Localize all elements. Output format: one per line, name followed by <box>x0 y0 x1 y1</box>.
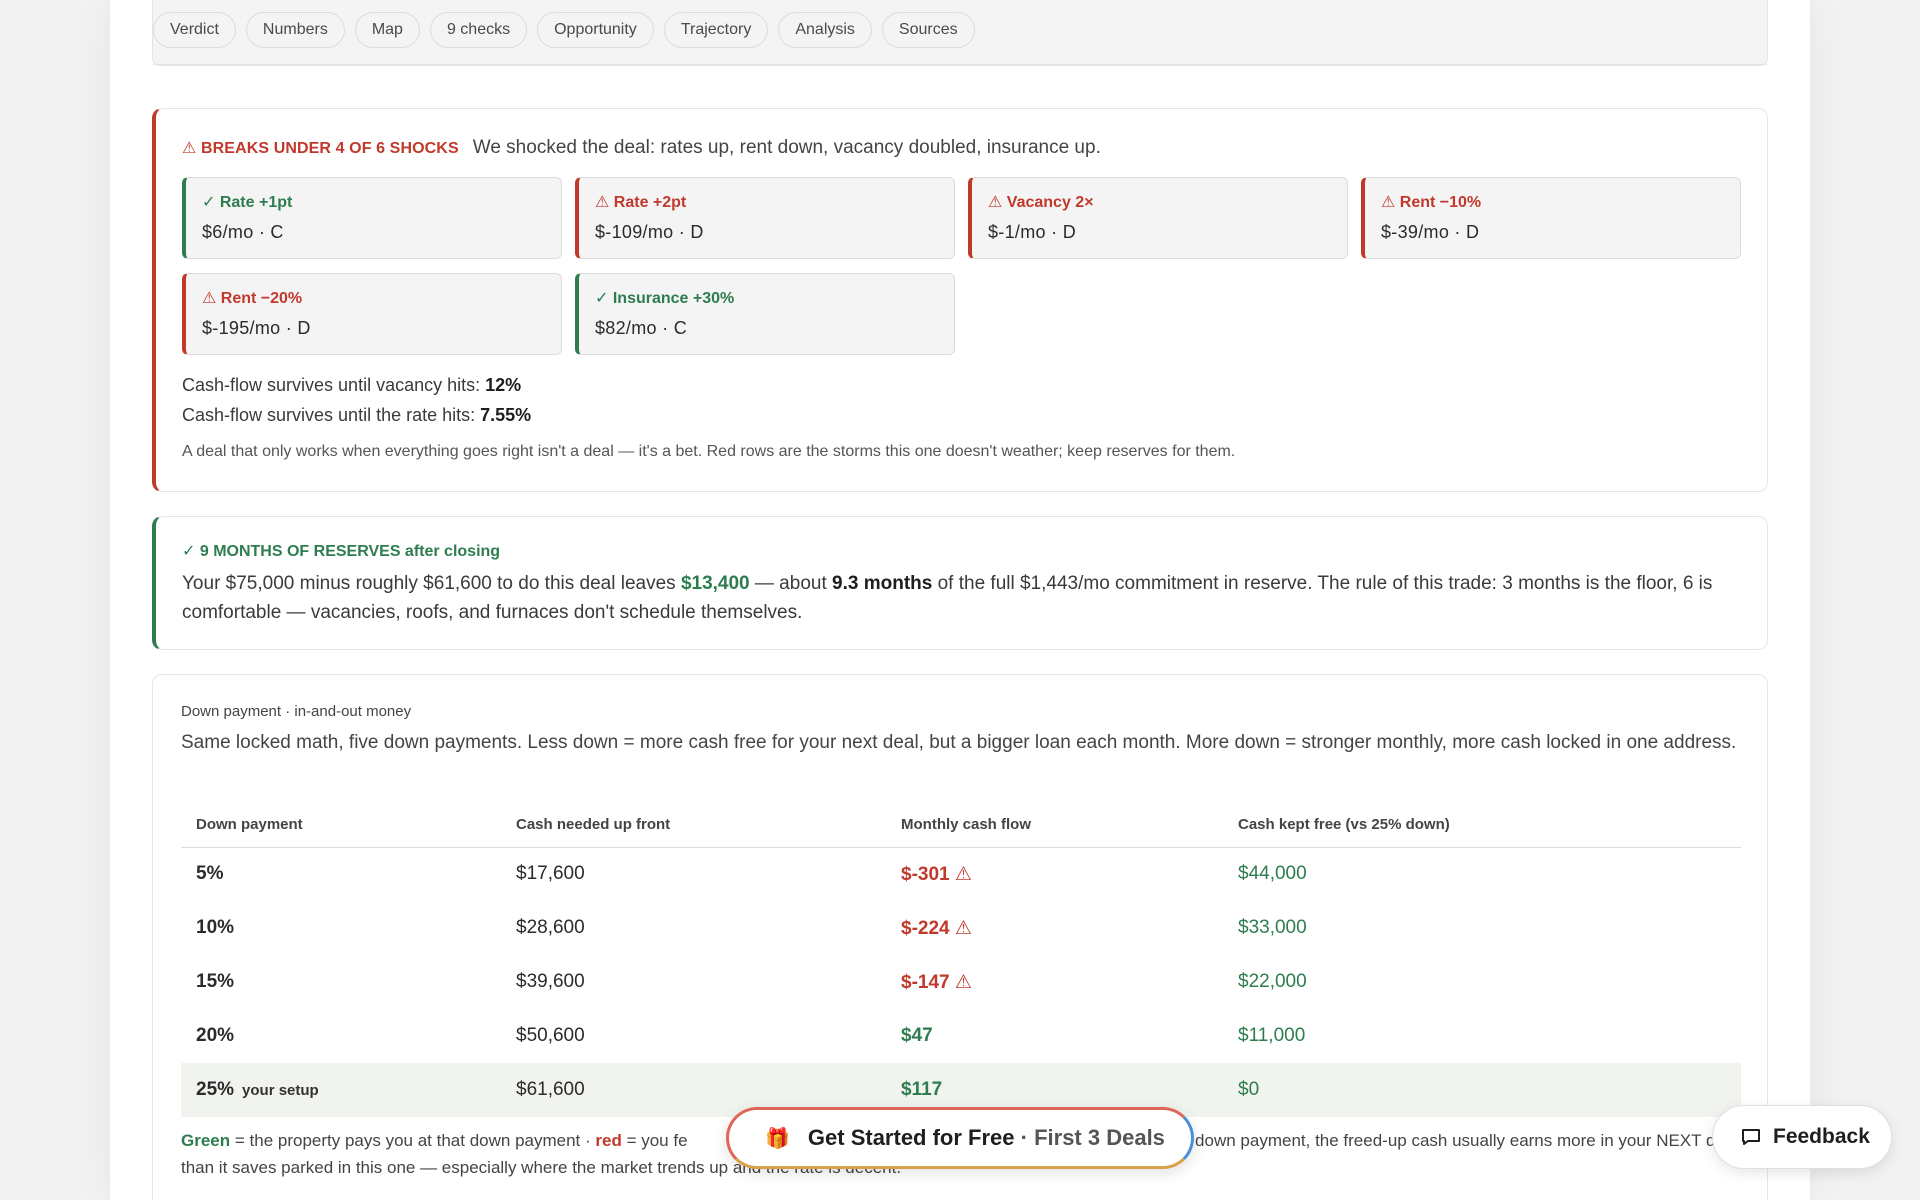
your-setup-label: your setup <box>242 1082 319 1099</box>
nav-pill-sources[interactable]: Sources <box>881 12 975 48</box>
nav-pill-trajectory[interactable]: Trajectory <box>663 12 769 48</box>
cell-monthly-flow: $47 <box>901 1025 933 1046</box>
shock-tile: ⚠ Rate +2pt $-109/mo · D <box>575 177 955 259</box>
shock-note: A deal that only works when everything g… <box>182 443 1236 460</box>
table-row: 10% $28,600 $-224 ⚠ $33,000 <box>181 901 1741 955</box>
nav-pill-9-checks[interactable]: 9 checks <box>429 12 528 48</box>
shock-tile-value: $-109/mo · D <box>595 222 704 242</box>
shock-lead: We shocked the deal: rates up, rent down… <box>472 137 1101 158</box>
shock-tile-label: ⚠ Rent −10% <box>1381 194 1482 211</box>
survive-rate: Cash-flow survives until the rate hits: … <box>182 405 532 425</box>
shock-tile-label: ✓ Rate +1pt <box>202 194 293 211</box>
shock-tile-value: $-1/mo · D <box>988 222 1077 242</box>
reserves-text: Your $75,000 minus roughly $61,600 to do… <box>182 573 1713 623</box>
col-cash-needed: Cash needed up front <box>501 803 886 848</box>
section-nav: Verdict Numbers Map 9 checks Opportunity Traj… <box>152 0 1768 66</box>
get-started-button[interactable]: 🎁 Get Started for Free · First 3 Deals <box>726 1107 1194 1169</box>
cell-down-payment: 25% your setup <box>181 1063 501 1117</box>
nav-pill-verdict[interactable]: Verdict <box>153 12 236 48</box>
cell-monthly-flow: $-147 ⚠ <box>901 971 972 993</box>
down-payment-lead: Same locked math, five down payments. Le… <box>181 732 1737 753</box>
cell-cash-free: $33,000 <box>1238 917 1307 938</box>
col-cash-free: Cash kept free (vs 25% down) <box>1223 803 1741 848</box>
page: Verdict Numbers Map 9 checks Opportunity Traj… <box>110 0 1810 1200</box>
table-row: 5% $17,600 $-301 ⚠ $44,000 <box>181 847 1741 901</box>
cell-down-payment: 10% <box>196 917 235 938</box>
cell-monthly-flow: $-224 ⚠ <box>901 917 972 939</box>
shock-tile: ✓ Insurance +30% $82/mo · C <box>575 273 955 355</box>
nav-pill-opportunity[interactable]: Opportunity <box>537 12 654 48</box>
cell-cash-free: $11,000 <box>1238 1025 1306 1046</box>
survive-vacancy: Cash-flow survives until vacancy hits: 1… <box>182 375 522 395</box>
col-monthly-flow: Monthly cash flow <box>886 803 1223 848</box>
col-down-payment: Down payment <box>181 803 501 848</box>
chat-bubble-icon <box>1742 1129 1760 1145</box>
shock-tile-value: $82/mo · C <box>595 318 688 338</box>
cell-down-payment: 20% <box>196 1025 235 1046</box>
feedback-label: Feedback <box>1773 1125 1870 1148</box>
down-payment-table: Down payment Cash needed up front Monthl… <box>181 803 1741 1117</box>
shock-tile-value: $6/mo · C <box>202 222 284 242</box>
nav-pill-map[interactable]: Map <box>354 12 420 48</box>
gift-icon: 🎁 <box>765 1127 790 1150</box>
nav-pill-numbers[interactable]: Numbers <box>245 12 345 48</box>
cell-cash-needed: $28,600 <box>516 917 585 938</box>
cell-down-payment: 5% <box>196 863 224 885</box>
table-row: 15% $39,600 $-147 ⚠ $22,000 <box>181 955 1741 1009</box>
shock-tile-label: ⚠ Vacancy 2× <box>988 194 1094 211</box>
cell-cash-free: $22,000 <box>1238 971 1307 992</box>
cell-monthly-flow: $-301 ⚠ <box>901 863 972 885</box>
cell-cash-needed: $50,600 <box>516 1025 585 1046</box>
shock-tile: ⚠ Vacancy 2× $-1/mo · D <box>968 177 1348 259</box>
shock-tile-label: ✓ Insurance +30% <box>595 290 735 307</box>
feedback-button[interactable]: Feedback <box>1712 1105 1892 1169</box>
down-payment-kicker: Down payment · in-and-out money <box>181 703 412 720</box>
nav-pill-analysis[interactable]: Analysis <box>778 12 872 48</box>
table-row: 20% $50,600 $47 $11,000 <box>181 1009 1741 1063</box>
shock-summary-tag: ⚠ BREAKS UNDER 4 OF 6 SHOCKS <box>182 140 459 157</box>
shock-tile-label: ⚠ Rent −20% <box>202 290 303 307</box>
shock-tile-value: $-39/mo · D <box>1381 222 1480 242</box>
shock-tile-label: ⚠ Rate +2pt <box>595 194 687 211</box>
cell-cash-needed: $17,600 <box>516 863 585 885</box>
shock-tile: ⚠ Rent −10% $-39/mo · D <box>1361 177 1741 259</box>
stress-test-card: ⚠ BREAKS UNDER 4 OF 6 SHOCKS We shocked … <box>152 108 1768 492</box>
shock-tile: ✓ Rate +1pt $6/mo · C <box>182 177 562 259</box>
cell-cash-free: $0 <box>1223 1063 1741 1117</box>
cta-label: Get Started for Free <box>807 1125 1015 1150</box>
shock-tile: ⚠ Rent −20% $-195/mo · D <box>182 273 562 355</box>
cell-down-payment: 15% <box>196 971 235 992</box>
cta-sub-label: · First 3 Deals <box>1020 1125 1165 1150</box>
cell-cash-free: $44,000 <box>1238 863 1307 885</box>
cell-cash-needed: $39,600 <box>516 971 585 992</box>
shock-tile-value: $-195/mo · D <box>202 318 311 338</box>
reserves-card: ✓ 9 MONTHS OF RESERVES after closing You… <box>152 516 1768 650</box>
reserves-tag: ✓ 9 MONTHS OF RESERVES after closing <box>182 543 501 560</box>
